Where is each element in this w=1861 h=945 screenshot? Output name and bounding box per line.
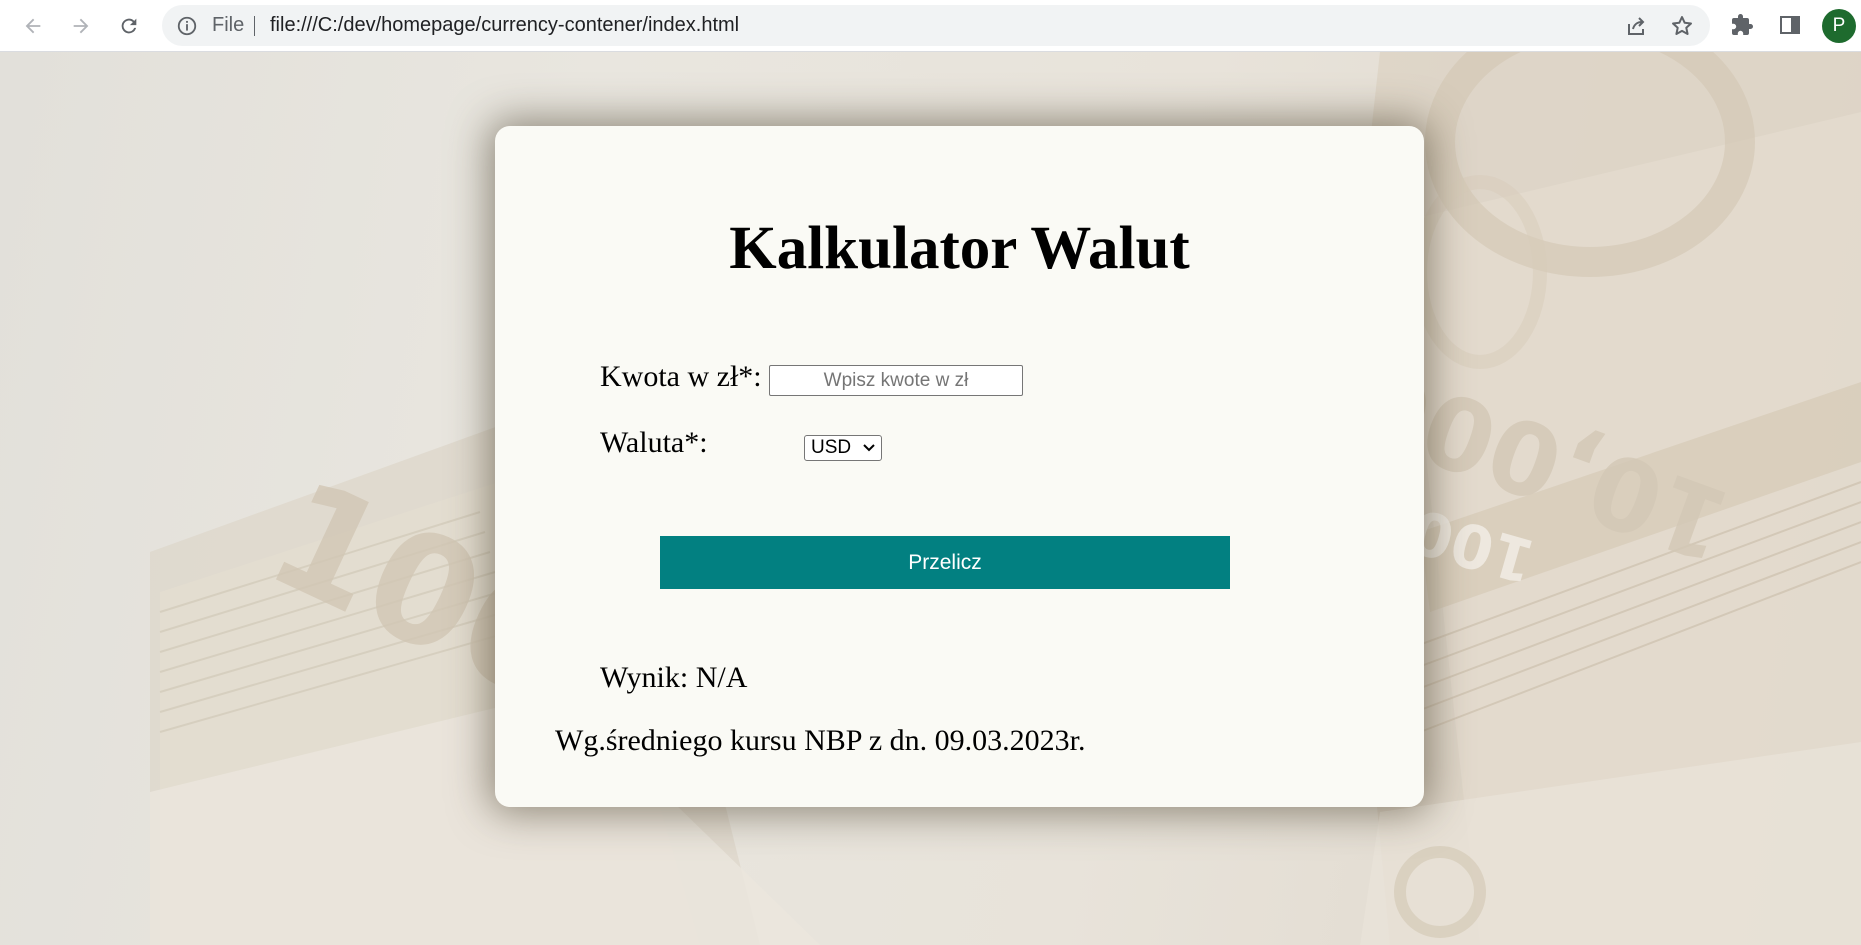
chevron-down-icon [863,444,875,452]
currency-selected-value: USD [811,437,852,458]
back-button[interactable] [15,8,51,44]
result-label: Wynik: [600,661,689,694]
bookmark-star-icon[interactable] [1670,14,1694,38]
reload-icon [121,18,137,34]
amount-input[interactable] [769,365,1023,396]
currency-select[interactable]: USD [804,435,882,461]
extensions-icon[interactable] [1730,13,1756,39]
scheme-label: File [212,14,245,36]
address-bar[interactable]: File file:///C:/dev/homepage/currency-co… [162,5,1710,46]
result-line: Wynik: N/A [600,661,747,695]
page-title: Kalkulator Walut [729,215,1190,282]
calculator-card: Kalkulator Walut Kwota w zł*: Waluta*: U… [495,126,1424,807]
browser-toolbar: File file:///C:/dev/homepage/currency-co… [0,0,1861,52]
url-text[interactable]: file:///C:/dev/homepage/currency-contene… [270,5,739,46]
amount-label: Kwota w zł*: [600,360,762,393]
share-icon[interactable] [1624,14,1648,38]
reload-button[interactable] [111,8,147,44]
profile-avatar[interactable]: P [1822,9,1856,43]
info-icon[interactable] [176,15,198,37]
arrow-right-icon [73,18,89,34]
rate-source-note: Wg.średniego kursu NBP z dn. 09.03.2023r… [555,724,1086,757]
side-panel-icon[interactable] [1778,13,1804,39]
result-value: N/A [695,661,748,694]
divider [254,16,255,36]
convert-button-label: Przelicz [908,550,982,574]
forward-button[interactable] [63,8,99,44]
currency-label: Waluta*: [600,426,708,459]
convert-button[interactable]: Przelicz [660,536,1230,589]
arrow-left-icon [25,18,41,34]
page-content: 100 10,000 1000 Kalkulator Walut Kwota w… [0,52,1861,945]
